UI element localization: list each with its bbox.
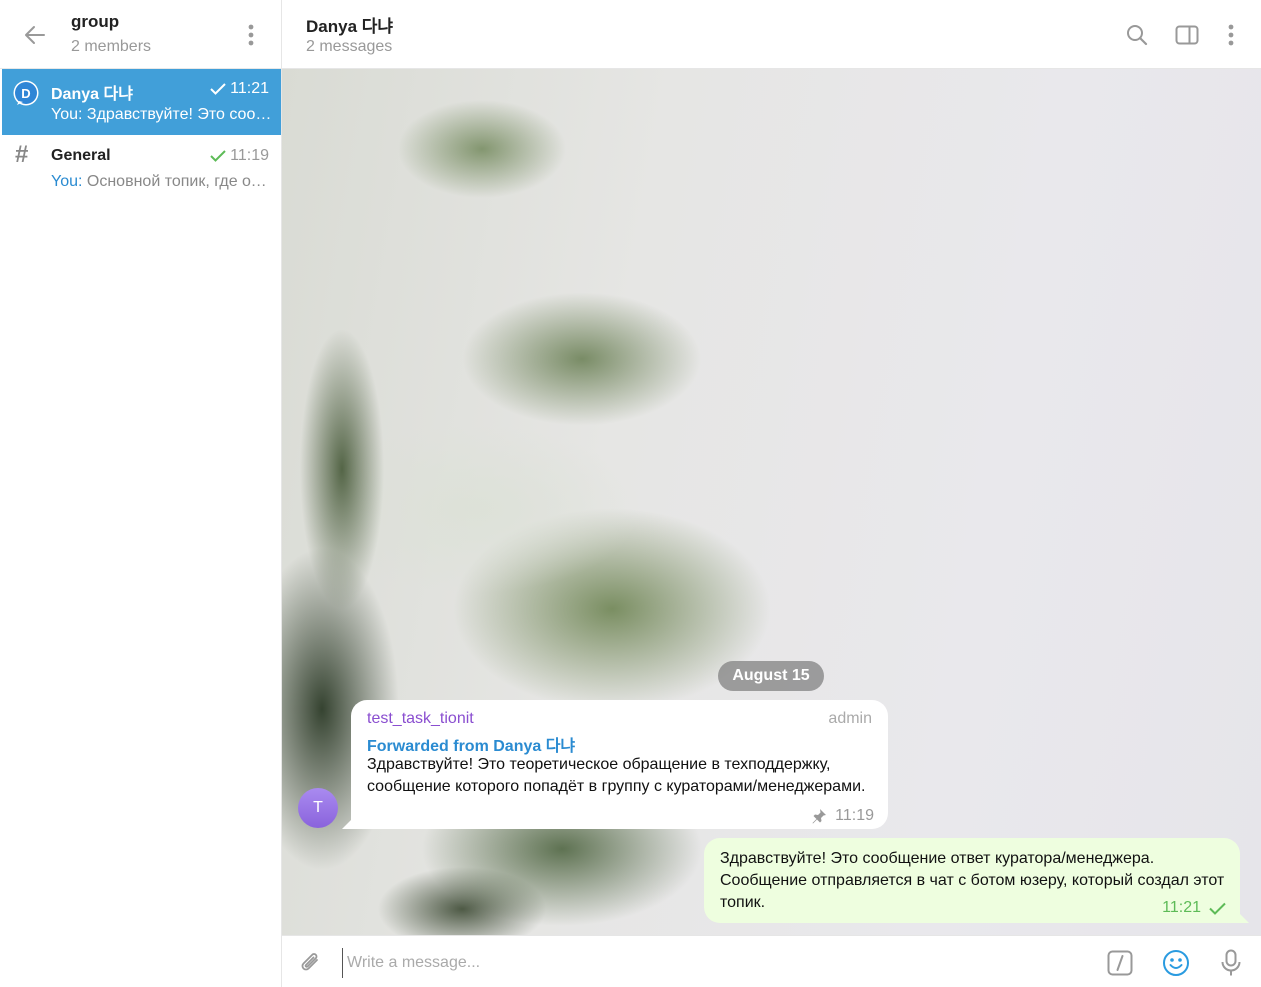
sidebar: group 2 members D Danya 다냐 11:21 You: Зд… (0, 0, 282, 987)
chat-name: General (51, 147, 111, 164)
message-meta: 11:19 (811, 807, 874, 825)
chat-time: 11:21 (210, 80, 269, 98)
message-time: 11:21 (1162, 899, 1201, 916)
voice-record-button[interactable] (1216, 948, 1246, 978)
message-input[interactable] (342, 948, 1042, 978)
attach-button[interactable] (296, 948, 326, 978)
more-vertical-icon (248, 24, 254, 46)
message-text: Здравствуйте! Это сообщение ответ курато… (720, 850, 1225, 911)
chat-time-label: 11:19 (230, 147, 269, 164)
sidebar-header: group 2 members (0, 0, 281, 69)
emoji-icon (1163, 950, 1189, 976)
svg-text:D: D (21, 86, 30, 101)
chat-preview-text: Основной топик, где отображаются все соо… (86, 173, 273, 190)
chat-panel: Danya 다냐 2 messages August 15 T test_tas… (282, 0, 1261, 987)
message-composer (282, 935, 1261, 987)
chat-item-general[interactable]: # General 11:19 You: Основной топик, где… (2, 136, 281, 202)
group-title[interactable]: group (71, 12, 119, 32)
chat-menu-button[interactable] (1216, 20, 1246, 50)
chat-preview-you: You: (51, 173, 83, 190)
chat-preview-text: Здравствуйте! Это сообщение ответ курато… (86, 106, 273, 123)
topic-hash-icon: # (15, 141, 29, 168)
back-button[interactable] (20, 20, 50, 50)
chat-preview-you: You: (51, 106, 83, 123)
paperclip-icon (301, 953, 318, 971)
message-time: 11:19 (835, 807, 874, 824)
chat-title[interactable]: Danya 다냐 (306, 12, 393, 37)
outgoing-message[interactable]: Здравствуйте! Это сообщение ответ курато… (704, 838, 1240, 923)
emoji-button[interactable] (1161, 948, 1191, 978)
chat-time: 11:19 (210, 147, 269, 165)
incoming-message[interactable]: test_task_tionit admin Forwarded from Da… (351, 700, 888, 829)
more-vertical-icon (1228, 24, 1234, 46)
check-icon (210, 83, 226, 95)
chat-preview: You: Здравствуйте! Это сообщение ответ к… (51, 106, 273, 124)
bot-commands-icon (1107, 950, 1133, 976)
sidebar-toggle-icon (1175, 25, 1199, 45)
search-button[interactable] (1122, 20, 1152, 50)
chat-item-danya[interactable]: D Danya 다냐 11:21 You: Здравствуйте! Это … (2, 69, 281, 135)
date-separator: August 15 (718, 661, 824, 691)
message-meta: 11:21 (1162, 899, 1226, 917)
microphone-icon (1221, 949, 1241, 976)
chat-avatar: D (13, 80, 39, 106)
read-check-icon (1209, 902, 1226, 915)
sender-role-badge: admin (828, 710, 872, 727)
check-icon (210, 150, 226, 162)
message-list[interactable]: August 15 T test_task_tionit admin Forwa… (282, 69, 1261, 935)
chat-name: Danya 다냐 (51, 86, 133, 103)
group-member-count: 2 members (71, 38, 152, 55)
chat-time-label: 11:21 (230, 80, 269, 97)
sender-name[interactable]: test_task_tionit (367, 710, 474, 728)
toggle-sidebar-button[interactable] (1172, 20, 1202, 50)
message-text: Здравствуйте! Это теоретическое обращени… (367, 756, 866, 795)
pin-icon (812, 809, 827, 824)
sender-avatar[interactable]: T (298, 788, 338, 828)
search-icon (1127, 25, 1148, 46)
chat-header: Danya 다냐 2 messages (282, 0, 1261, 69)
arrow-left-icon (25, 26, 45, 44)
bot-commands-button[interactable] (1105, 948, 1135, 978)
chat-preview: You: Основной топик, где отображаются вс… (51, 173, 273, 191)
forwarded-from[interactable]: Forwarded from Danya 다냐 (367, 732, 575, 756)
group-menu-button[interactable] (238, 20, 264, 50)
chat-message-count: 2 messages (306, 38, 393, 55)
